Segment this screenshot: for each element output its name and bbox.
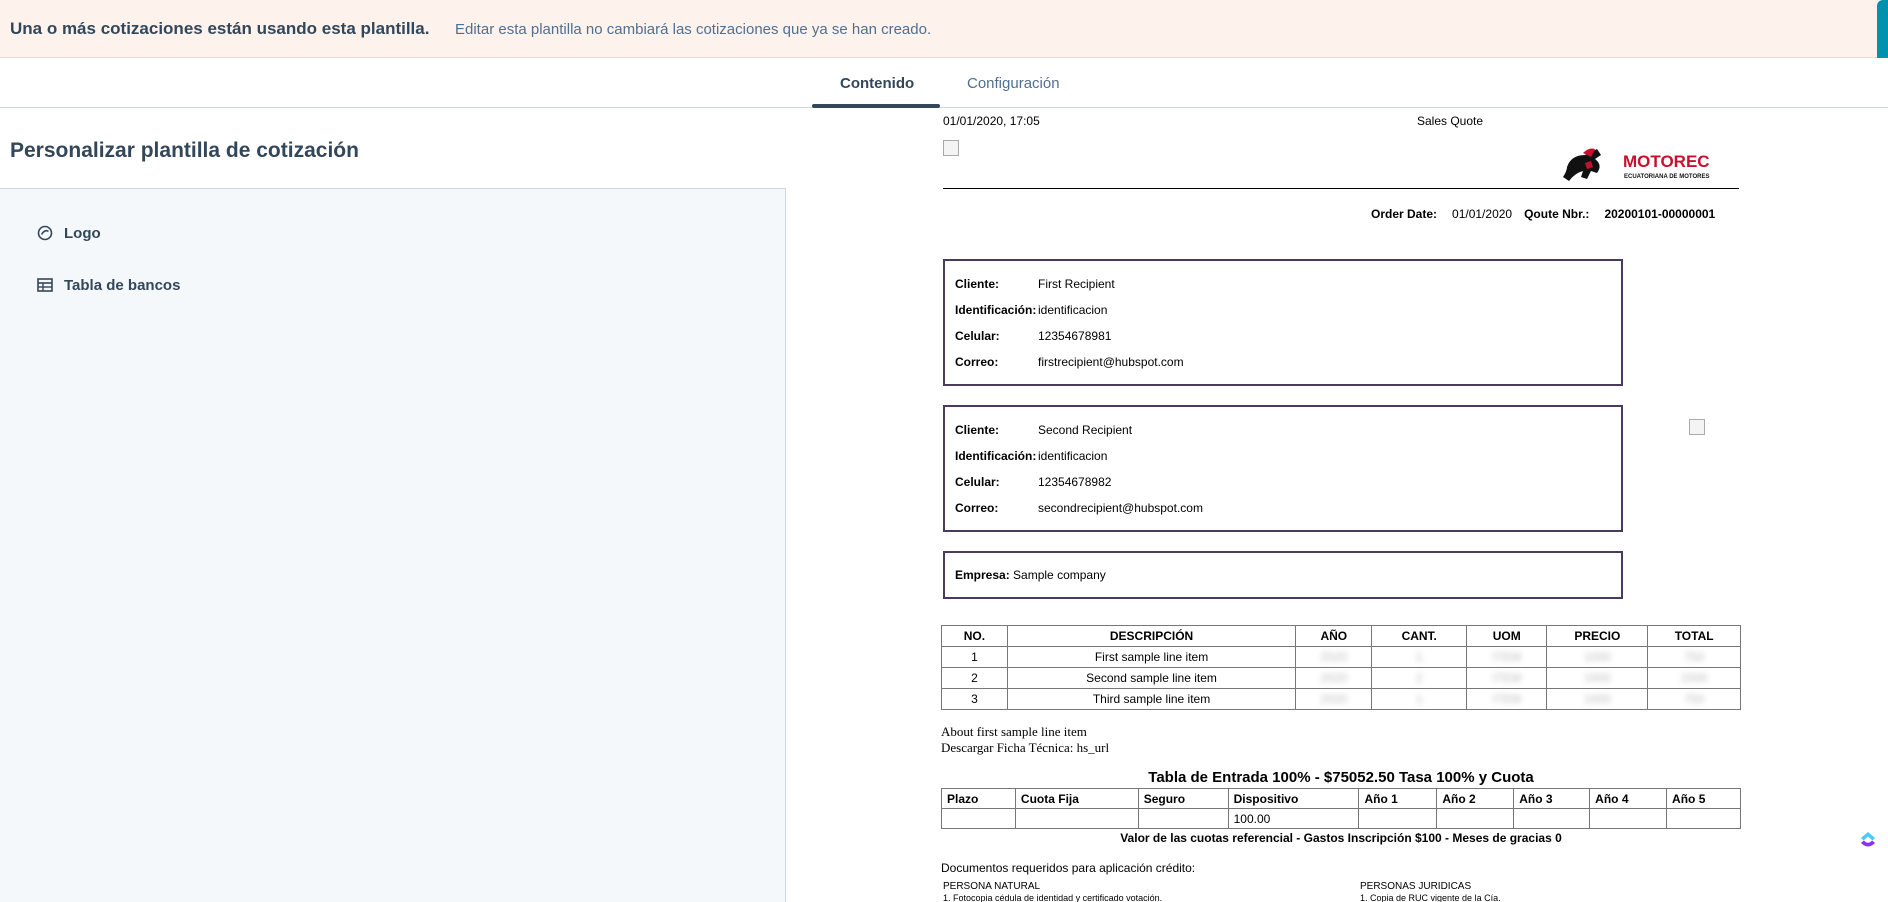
personas-juridicas-item: 1. Copia de RUC vigente de la Cía. <box>1360 893 1501 902</box>
doc-date: 01/01/2020, 17:05 <box>943 114 1040 128</box>
quote-document: 01/01/2020, 17:05 Sales Quote MOTOREC EC… <box>787 109 1888 902</box>
company-logo: MOTOREC ECUATORIANA DE MOTORES <box>1557 143 1727 189</box>
docs-required-title: Documentos requeridos para aplicación cr… <box>941 861 1196 875</box>
cuotas-table: Plazo Cuota Fija Seguro Dispositivo Año … <box>941 788 1741 829</box>
recipient-row: Celular: 12354678981 <box>955 329 1112 343</box>
recipient-box: Cliente: Second Recipient Identificación:… <box>943 405 1623 532</box>
sidebar-item-label: Logo <box>64 224 101 242</box>
order-info: Order Date: 01/01/2020 Qoute Nbr.: 20200… <box>1371 207 1715 221</box>
sidebar-item-tabla-bancos[interactable]: Tabla de bancos <box>36 273 180 297</box>
table-header-row: NO. DESCRIPCIÓN AÑO CANT. UOM PRECIO TOT… <box>941 625 1741 647</box>
table-row: 3 Third sample line item 2020 1 ITEM 1000 7… <box>941 688 1741 710</box>
doc-title: Sales Quote <box>1417 114 1484 128</box>
empresa-box: Empresa: Sample company <box>943 551 1623 599</box>
tab-bar: Contenido Configuración <box>0 58 1888 108</box>
logo-tagline: ECUATORIANA DE MOTORES <box>1624 174 1709 180</box>
sidebar-item-label: Tabla de bancos <box>64 276 181 294</box>
table-icon <box>36 276 54 294</box>
page-title: Personalizar plantilla de cotización <box>10 139 359 162</box>
order-date-label: Order Date: <box>1371 207 1438 221</box>
about-text: About first sample line item Descargar F… <box>941 724 1109 756</box>
order-date: 01/01/2020 <box>1452 207 1513 221</box>
personas-juridicas-title: PERSONAS JURIDICAS <box>1360 881 1472 892</box>
recipient-box: Cliente: First Recipient Identificación: i… <box>943 259 1623 386</box>
header-divider <box>943 188 1739 189</box>
about-line: About first sample line item <box>941 724 1087 739</box>
table-header-row: Plazo Cuota Fija Seguro Dispositivo Año … <box>941 788 1741 809</box>
tab-contenido[interactable]: Contenido <box>840 75 914 92</box>
logo-brand: MOTOREC <box>1623 152 1710 171</box>
recipient-row: Cliente: First Recipient <box>955 277 1115 291</box>
descargar-line[interactable]: Descargar Ficha Técnica: hs_url <box>941 740 1109 756</box>
warning-banner: Una o más cotizaciones están usando esta… <box>0 0 1888 58</box>
banner-message: Editar esta plantilla no cambiará las co… <box>455 21 932 38</box>
tabla-entrada-title: Tabla de Entrada 100% - $75052.50 Tasa 1… <box>1148 769 1534 786</box>
sidebar-item-logo[interactable]: Logo <box>36 221 101 245</box>
broken-image-icon <box>1689 419 1705 435</box>
table-row: 1 First sample line item 2020 1 ITEM 1000 7… <box>941 646 1741 668</box>
banner-title: Una o más cotizaciones están usando esta… <box>10 19 430 38</box>
recipient-row: Identificación: identificacion <box>955 449 1108 463</box>
line-items-table: NO. DESCRIPCIÓN AÑO CANT. UOM PRECIO TOT… <box>941 625 1741 710</box>
broken-image-icon <box>943 140 959 156</box>
persona-natural-title: PERSONA NATURAL <box>943 881 1041 892</box>
valor-note: Valor de las cuotas referencial - Gastos… <box>1120 831 1562 845</box>
tab-configuracion[interactable]: Configuración <box>967 75 1060 92</box>
quote-nbr-label: Qoute Nbr.: <box>1524 207 1590 221</box>
quote-nbr: 20200101-00000001 <box>1604 207 1716 221</box>
recipient-row: Celular: 12354678982 <box>955 475 1112 489</box>
recipient-row: Cliente: Second Recipient <box>955 423 1133 437</box>
empresa-row: Empresa: Sample company <box>955 568 1106 582</box>
table-row: 100.00 <box>941 808 1741 829</box>
recipient-row: Identificación: identificacion <box>955 303 1108 317</box>
active-tab-indicator <box>812 104 940 108</box>
persona-natural-item: 1. Fotocopia cédula de identidad y certi… <box>943 893 1163 902</box>
table-row: 2 Second sample line item 2020 2 ITEM 1000 … <box>941 667 1741 689</box>
quote-preview: 01/01/2020, 17:05 Sales Quote MOTOREC EC… <box>787 109 1888 902</box>
recipient-row: Correo: secondrecipient@hubspot.com <box>955 501 1203 515</box>
clickup-icon[interactable] <box>1856 828 1880 852</box>
sidebar: Personalizar plantilla de cotización Log… <box>0 109 786 902</box>
logo-icon <box>36 224 54 242</box>
sidebar-header: Personalizar plantilla de cotización <box>0 109 786 189</box>
recipient-row: Correo: firstrecipient@hubspot.com <box>955 355 1184 369</box>
